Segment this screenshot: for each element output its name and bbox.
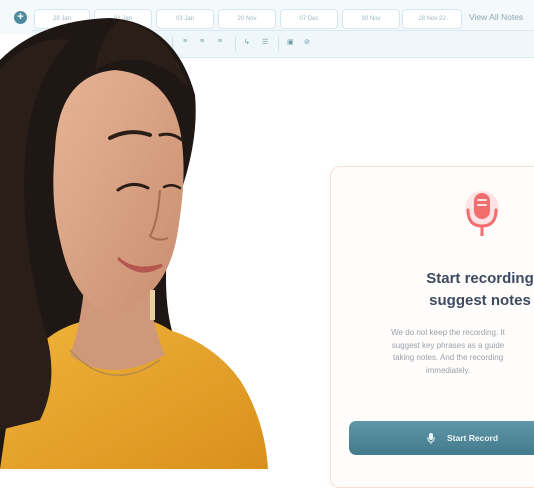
heading-line: Start recording	[426, 270, 534, 287]
recording-description: We do not keep the recording. It suggest…	[348, 327, 534, 377]
recording-heading: Start recording suggest notes	[395, 268, 534, 312]
start-recording-label: Start Record	[447, 433, 499, 443]
start-recording-button[interactable]: Start Record	[349, 421, 534, 455]
woman-photo	[0, 18, 268, 469]
description-line: immediately.	[425, 365, 471, 375]
description-line: suggest key phrases as a guide	[391, 340, 505, 350]
view-all-notes-link[interactable]: View All Notes	[469, 12, 523, 22]
heading-line: suggest notes	[429, 292, 531, 309]
date-tab[interactable]: 28 Nov 22	[402, 9, 462, 29]
mic-icon	[427, 433, 435, 444]
date-tab[interactable]: 30 Nov	[342, 9, 400, 29]
description-line: taking notes. And the recording	[392, 353, 504, 362]
microphone-icon	[465, 191, 499, 236]
description-line: We do not keep the recording. It	[391, 328, 505, 337]
